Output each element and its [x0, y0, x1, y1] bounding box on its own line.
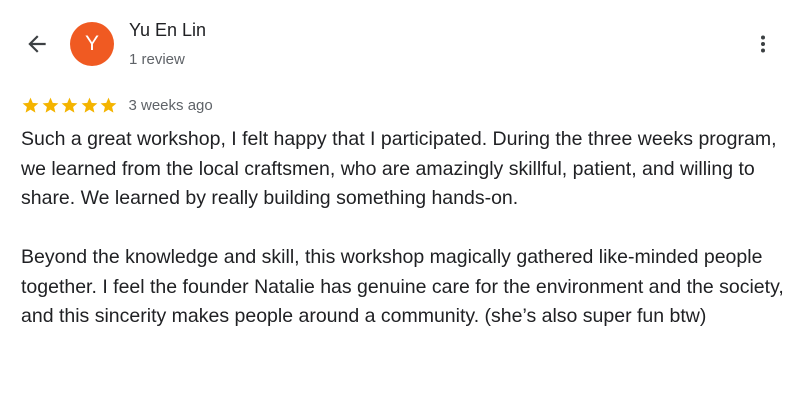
review-paragraph: Such a great workshop, I felt happy that… — [21, 128, 777, 209]
reviewer-name[interactable]: Yu En Lin — [129, 20, 206, 41]
star-rating — [21, 96, 119, 115]
avatar[interactable]: Y — [70, 22, 114, 66]
review-count: 1 review — [129, 51, 185, 68]
more-options-button[interactable] — [748, 28, 778, 60]
rating-row: 3 weeks ago — [21, 94, 213, 116]
avatar-initial: Y — [84, 32, 99, 55]
star-icon — [42, 97, 58, 113]
review-detail-screen: Y Yu En Lin 1 review 3 weeks ago Such a … — [0, 0, 800, 406]
review-header: Y Yu En Lin 1 review — [0, 0, 800, 80]
star-icon — [22, 97, 39, 113]
arrow-back-icon — [28, 35, 46, 53]
review-time: 3 weeks ago — [128, 96, 213, 114]
star-icon — [61, 97, 78, 113]
review-paragraph: Beyond the knowledge and skill, this wor… — [21, 246, 784, 327]
review-text: Such a great workshop, I felt happy that… — [21, 125, 789, 332]
back-button[interactable] — [22, 29, 52, 59]
more-vertical-icon — [761, 35, 765, 53]
star-icon — [81, 97, 97, 113]
star-icon — [100, 97, 117, 113]
